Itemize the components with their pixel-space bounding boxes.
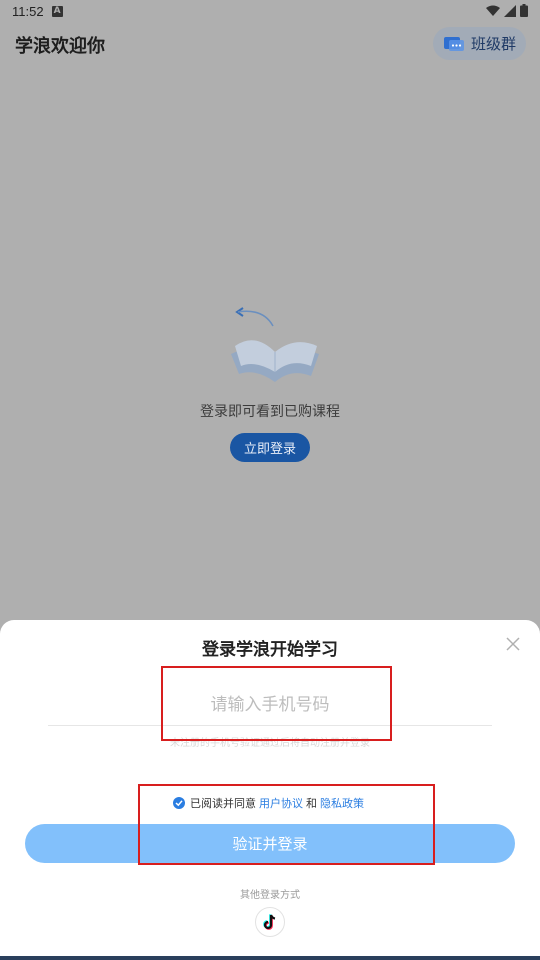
agreement-row: 已阅读并同意 用户协议 和 隐私政策 bbox=[0, 795, 540, 811]
book-icon bbox=[231, 307, 319, 382]
status-time: 11:52 bbox=[12, 3, 44, 19]
other-login-methods-label: 其他登录方式 bbox=[240, 890, 300, 901]
close-icon[interactable] bbox=[504, 635, 522, 653]
check-icon bbox=[175, 800, 183, 807]
notification-badge: A bbox=[51, 5, 63, 17]
sheet-title: 登录学浪开始学习 bbox=[202, 640, 338, 660]
tiktok-icon bbox=[263, 914, 276, 930]
user-agreement-link[interactable]: 用户协议 bbox=[259, 795, 303, 811]
phone-input[interactable] bbox=[48, 684, 492, 726]
empty-state-message: 登录即可看到已购课程 bbox=[200, 404, 340, 420]
class-group-label: 班级群 bbox=[470, 35, 516, 53]
agreement-and: 和 bbox=[306, 797, 317, 810]
verify-login-button[interactable]: 验证并登录 bbox=[25, 824, 515, 863]
login-sheet: 登录学浪开始学习 未注册的手机号验证通过后将自动注册并登录 已阅读并同意 用户协… bbox=[0, 620, 540, 960]
agreement-checkbox[interactable] bbox=[173, 797, 185, 809]
battery-icon bbox=[520, 4, 528, 17]
class-group-button[interactable]: 班级群 bbox=[433, 27, 526, 60]
bottom-nav-strip bbox=[0, 956, 540, 960]
login-now-button[interactable]: 立即登录 bbox=[230, 433, 310, 462]
signal-icon bbox=[504, 4, 516, 17]
douyin-login-button[interactable] bbox=[255, 907, 285, 937]
register-hint: 未注册的手机号验证通过后将自动注册并登录 bbox=[170, 738, 370, 749]
page-title: 学浪欢迎你 bbox=[15, 36, 105, 57]
chat-icon bbox=[443, 36, 464, 51]
wifi-icon bbox=[486, 5, 500, 16]
status-bar: 11:52 A bbox=[0, 0, 540, 22]
privacy-policy-link[interactable]: 隐私政策 bbox=[320, 795, 364, 811]
agreement-prefix: 已阅读并同意 bbox=[190, 797, 256, 810]
status-icons bbox=[486, 4, 528, 17]
